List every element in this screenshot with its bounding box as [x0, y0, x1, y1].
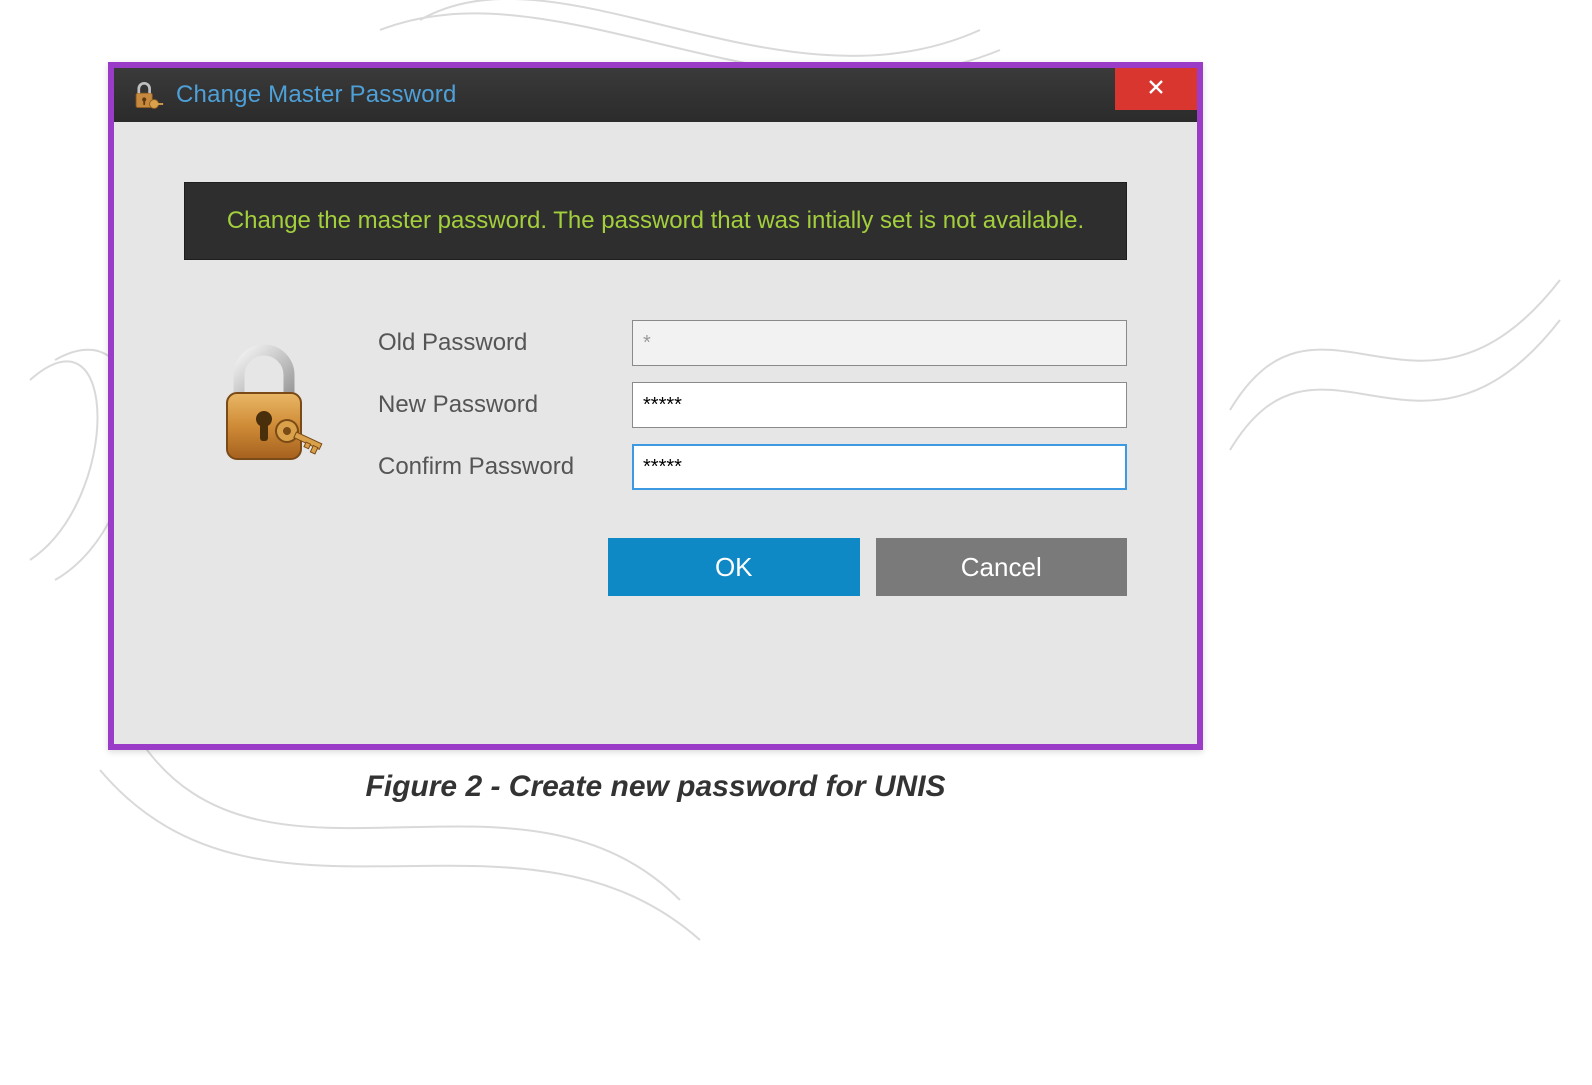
dialog-button-row: OK Cancel	[608, 538, 1127, 596]
new-password-input[interactable]	[632, 382, 1127, 428]
password-form: Old Password New Password Confirm Passwo…	[184, 320, 1127, 490]
cancel-button[interactable]: Cancel	[876, 538, 1128, 596]
ok-button[interactable]: OK	[608, 538, 860, 596]
dialog-body: Change the master password. The password…	[114, 122, 1197, 630]
confirm-password-input[interactable]	[632, 444, 1127, 490]
old-password-label: Old Password	[378, 329, 608, 357]
lock-illustration-icon	[184, 335, 354, 475]
window-title: Change Master Password	[176, 81, 457, 109]
lock-key-icon	[128, 77, 164, 113]
close-button[interactable]	[1115, 68, 1197, 110]
old-password-input[interactable]	[632, 320, 1127, 366]
info-banner: Change the master password. The password…	[184, 182, 1127, 260]
title-bar[interactable]: Change Master Password	[114, 68, 1197, 122]
change-master-password-dialog: Change Master Password Change the master…	[108, 62, 1203, 750]
close-icon	[1147, 78, 1165, 101]
figure-caption: Figure 2 - Create new password for UNIS	[108, 770, 1203, 804]
new-password-label: New Password	[378, 391, 608, 419]
confirm-password-label: Confirm Password	[378, 453, 608, 481]
